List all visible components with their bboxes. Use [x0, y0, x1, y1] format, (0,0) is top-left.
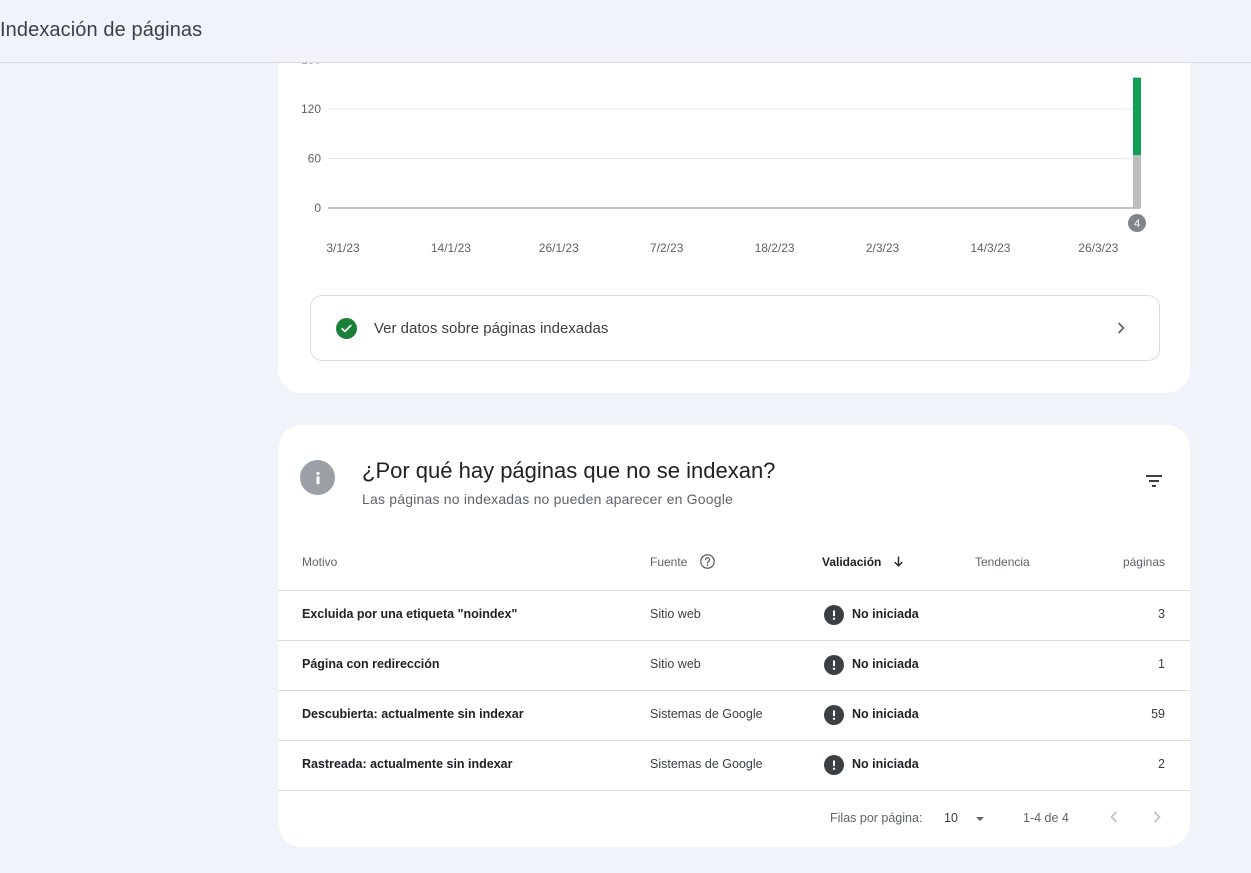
table-row[interactable]: Excluida por una etiqueta "noindex" Siti…: [278, 591, 1190, 641]
table-header: Motivo Fuente Validación Tendencia págin…: [278, 535, 1190, 591]
bar-not-indexed: [1133, 155, 1141, 208]
row-pages: 1: [1158, 657, 1165, 671]
row-source: Sistemas de Google: [650, 707, 763, 721]
row-pages: 2: [1158, 757, 1165, 771]
top-bar: Indexación de páginas: [0, 0, 1251, 63]
page-title: Indexación de páginas: [0, 19, 203, 41]
bar-indexed: [1133, 77, 1141, 156]
chevron-right-icon[interactable]: [1147, 807, 1167, 827]
row-source: Sistemas de Google: [650, 757, 763, 771]
table-row[interactable]: Descubierta: actualmente sin indexar Sis…: [278, 691, 1190, 741]
indexed-pages-link[interactable]: Ver datos sobre páginas indexadas: [310, 295, 1160, 361]
info-icon: [300, 460, 335, 495]
row-pages: 3: [1158, 607, 1165, 621]
indexed-pages-label: Ver datos sobre páginas indexadas: [374, 320, 609, 337]
y-tick-label: 120: [301, 102, 321, 116]
column-validation[interactable]: Validación: [822, 555, 906, 569]
row-source: Sitio web: [650, 657, 701, 671]
indexing-chart-card: 1801206003/1/2314/1/2326/1/237/2/2318/2/…: [278, 30, 1190, 393]
check-circle-icon: [336, 318, 357, 339]
rows-per-page-label: Filas por página:: [830, 811, 923, 825]
chevron-left-icon[interactable]: [1104, 807, 1124, 827]
x-tick-label: 2/3/23: [866, 241, 900, 255]
x-tick-label: 3/1/23: [326, 241, 360, 255]
column-validation-label: Validación: [822, 555, 882, 569]
help-icon[interactable]: [699, 553, 716, 570]
row-status: No iniciada: [852, 657, 919, 671]
pagination-range: 1-4 de 4: [1023, 811, 1069, 825]
row-pages: 59: [1151, 707, 1165, 721]
filter-icon[interactable]: [1142, 469, 1166, 493]
indexing-chart: 1801206003/1/2314/1/2326/1/237/2/2318/2/…: [301, 53, 1146, 255]
x-tick-label: 18/2/23: [755, 241, 795, 255]
pagination: Filas por página: 10 1-4 de 4: [278, 791, 1190, 847]
column-source-label: Fuente: [650, 555, 688, 569]
x-tick-label: 14/1/23: [431, 241, 471, 255]
rows-per-page-select[interactable]: 10: [944, 811, 958, 825]
table-row[interactable]: Rastreada: actualmente sin indexar Siste…: [278, 741, 1190, 791]
table-row[interactable]: Página con redirección Sitio web No inic…: [278, 641, 1190, 691]
column-trend: Tendencia: [975, 555, 1030, 569]
exclamation-circle-icon: [824, 655, 844, 675]
chevron-right-icon: [1117, 322, 1125, 334]
exclamation-circle-icon: [824, 605, 844, 625]
column-source[interactable]: Fuente: [650, 553, 716, 570]
x-tick-label: 14/3/23: [970, 241, 1010, 255]
row-status: No iniciada: [852, 757, 919, 771]
row-reason: Rastreada: actualmente sin indexar: [302, 757, 513, 771]
section-subtitle: Las páginas no indexadas no pueden apare…: [362, 491, 733, 507]
exclamation-circle-icon: [824, 755, 844, 775]
y-tick-label: 0: [314, 201, 321, 215]
column-reason[interactable]: Motivo: [302, 555, 337, 569]
row-reason: Excluida por una etiqueta "noindex": [302, 607, 518, 621]
x-tick-label: 26/1/23: [539, 241, 579, 255]
x-tick-label: 26/3/23: [1078, 241, 1118, 255]
annotation-label: 4: [1134, 218, 1140, 230]
row-reason: Descubierta: actualmente sin indexar: [302, 707, 524, 721]
x-tick-label: 7/2/23: [650, 241, 684, 255]
row-reason: Página con redirección: [302, 657, 440, 671]
not-indexed-card: ¿Por qué hay páginas que no se indexan? …: [278, 425, 1190, 847]
section-title: ¿Por qué hay páginas que no se indexan?: [362, 458, 776, 483]
row-status: No iniciada: [852, 707, 919, 721]
caret-down-icon[interactable]: [972, 811, 988, 827]
exclamation-circle-icon: [824, 705, 844, 725]
row-source: Sitio web: [650, 607, 701, 621]
y-tick-label: 60: [308, 152, 322, 166]
arrow-down-icon: [893, 556, 903, 568]
column-pages[interactable]: páginas: [1123, 555, 1165, 569]
row-status: No iniciada: [852, 607, 919, 621]
